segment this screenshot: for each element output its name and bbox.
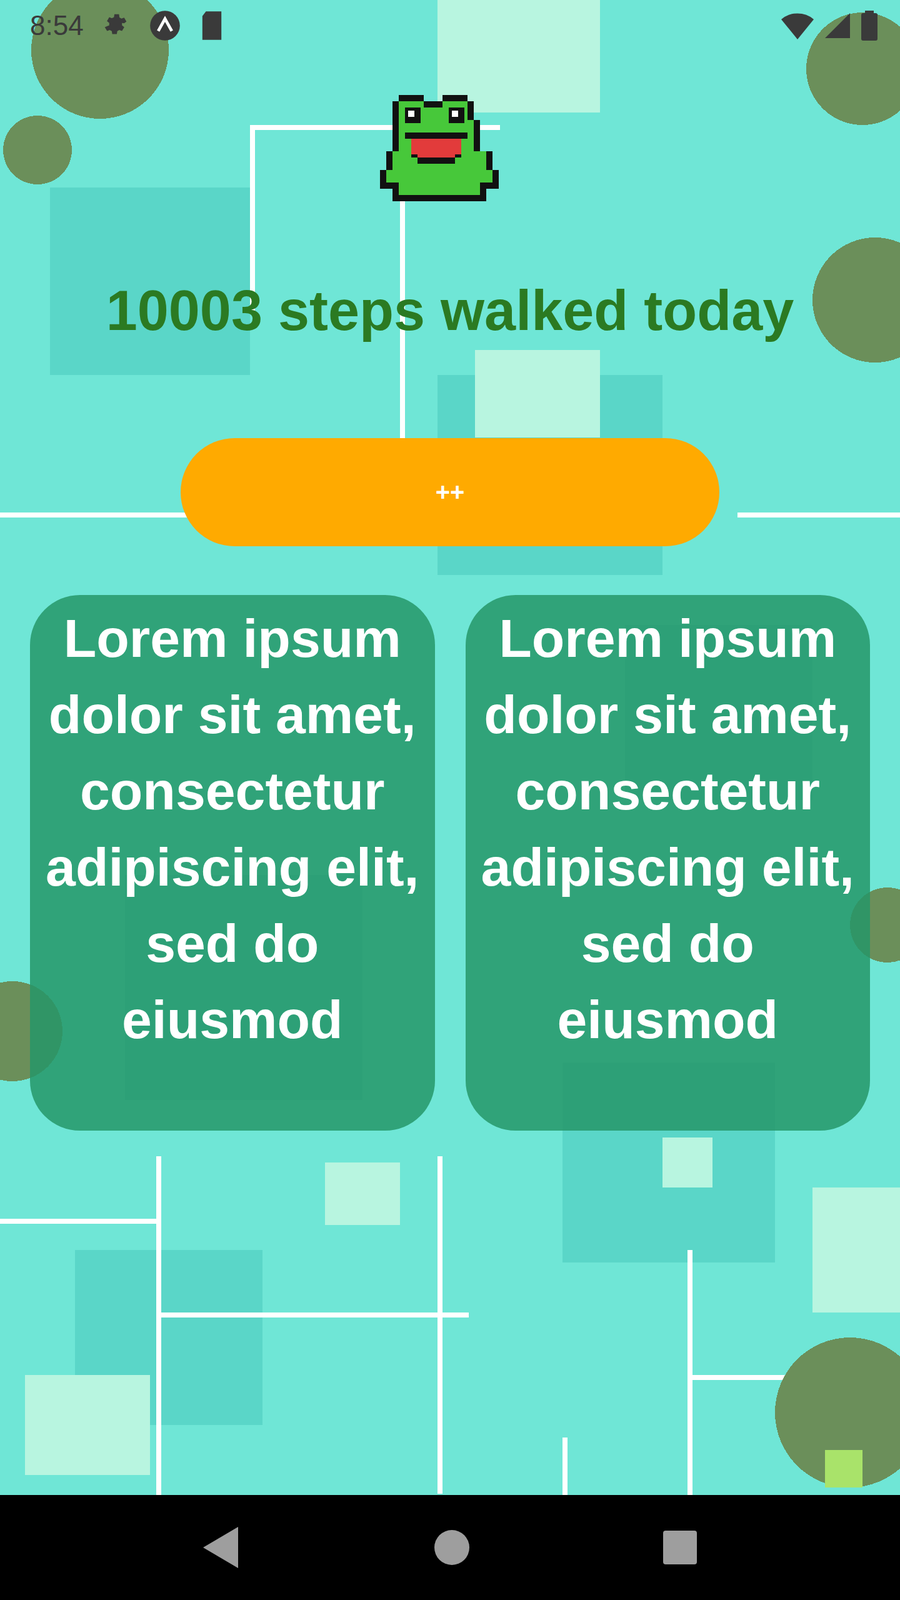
- wifi-icon: [781, 11, 814, 40]
- button-row: ++: [0, 438, 900, 547]
- battery-icon: [861, 10, 878, 41]
- recents-icon[interactable]: [663, 1530, 697, 1565]
- spacer: [0, 1130, 900, 1495]
- card-row: Lorem ipsum dolor sit amet, consectetur …: [0, 595, 900, 1131]
- clock: 8:54: [30, 10, 84, 42]
- info-card: Lorem ipsum dolor sit amet, consectetur …: [30, 595, 435, 1131]
- sd-card-icon: [200, 11, 224, 40]
- settings-icon: [102, 11, 130, 40]
- navigation-bar: [0, 1495, 900, 1600]
- a-circle-icon: [148, 9, 182, 42]
- steps-title: 10003 steps walked today: [0, 276, 900, 345]
- status-left: 8:54: [30, 9, 224, 42]
- status-right: [781, 10, 878, 41]
- increment-button[interactable]: ++: [180, 438, 720, 547]
- home-icon[interactable]: [434, 1530, 470, 1565]
- app-screen: 8:54 10003 steps walked today ++ Lorem ipsu…: [0, 0, 900, 1600]
- status-bar: 8:54: [0, 0, 900, 52]
- info-card: Lorem ipsum dolor sit amet, consectetur …: [465, 595, 871, 1131]
- frog-area: [0, 91, 900, 205]
- signal-icon: [825, 13, 850, 39]
- button-label[interactable]: ++: [435, 478, 465, 507]
- back-icon[interactable]: [203, 1526, 241, 1569]
- frog-icon: [373, 91, 527, 205]
